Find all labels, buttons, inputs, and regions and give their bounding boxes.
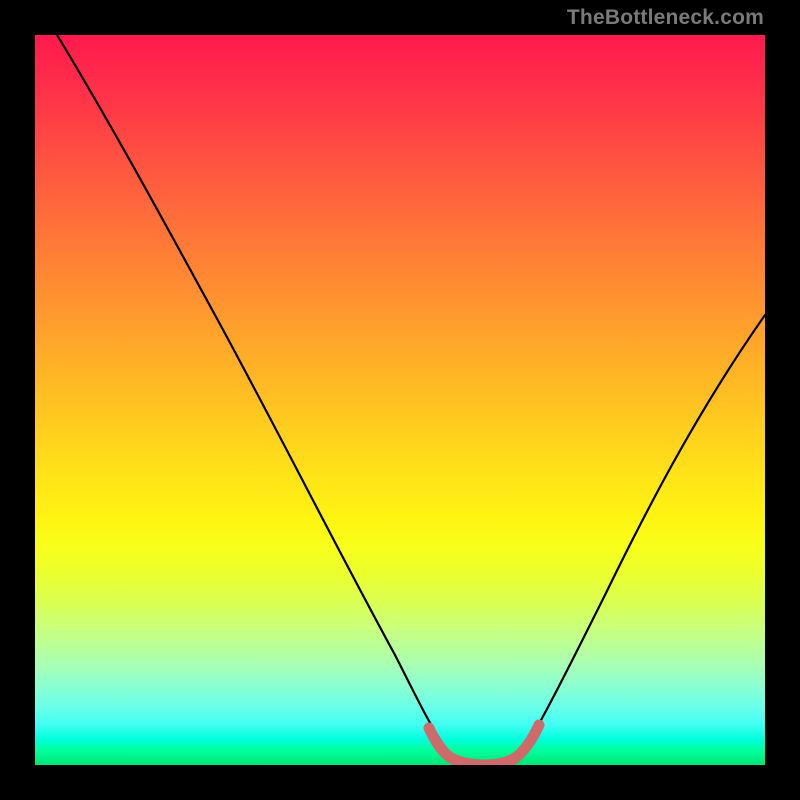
watermark-text: TheBottleneck.com	[567, 6, 764, 30]
chart-frame: TheBottleneck.com	[0, 0, 800, 800]
curve-layer	[35, 35, 765, 765]
bottleneck-main-curve	[35, 35, 765, 765]
plot-area	[35, 35, 765, 765]
optimal-range-highlight	[429, 725, 539, 765]
